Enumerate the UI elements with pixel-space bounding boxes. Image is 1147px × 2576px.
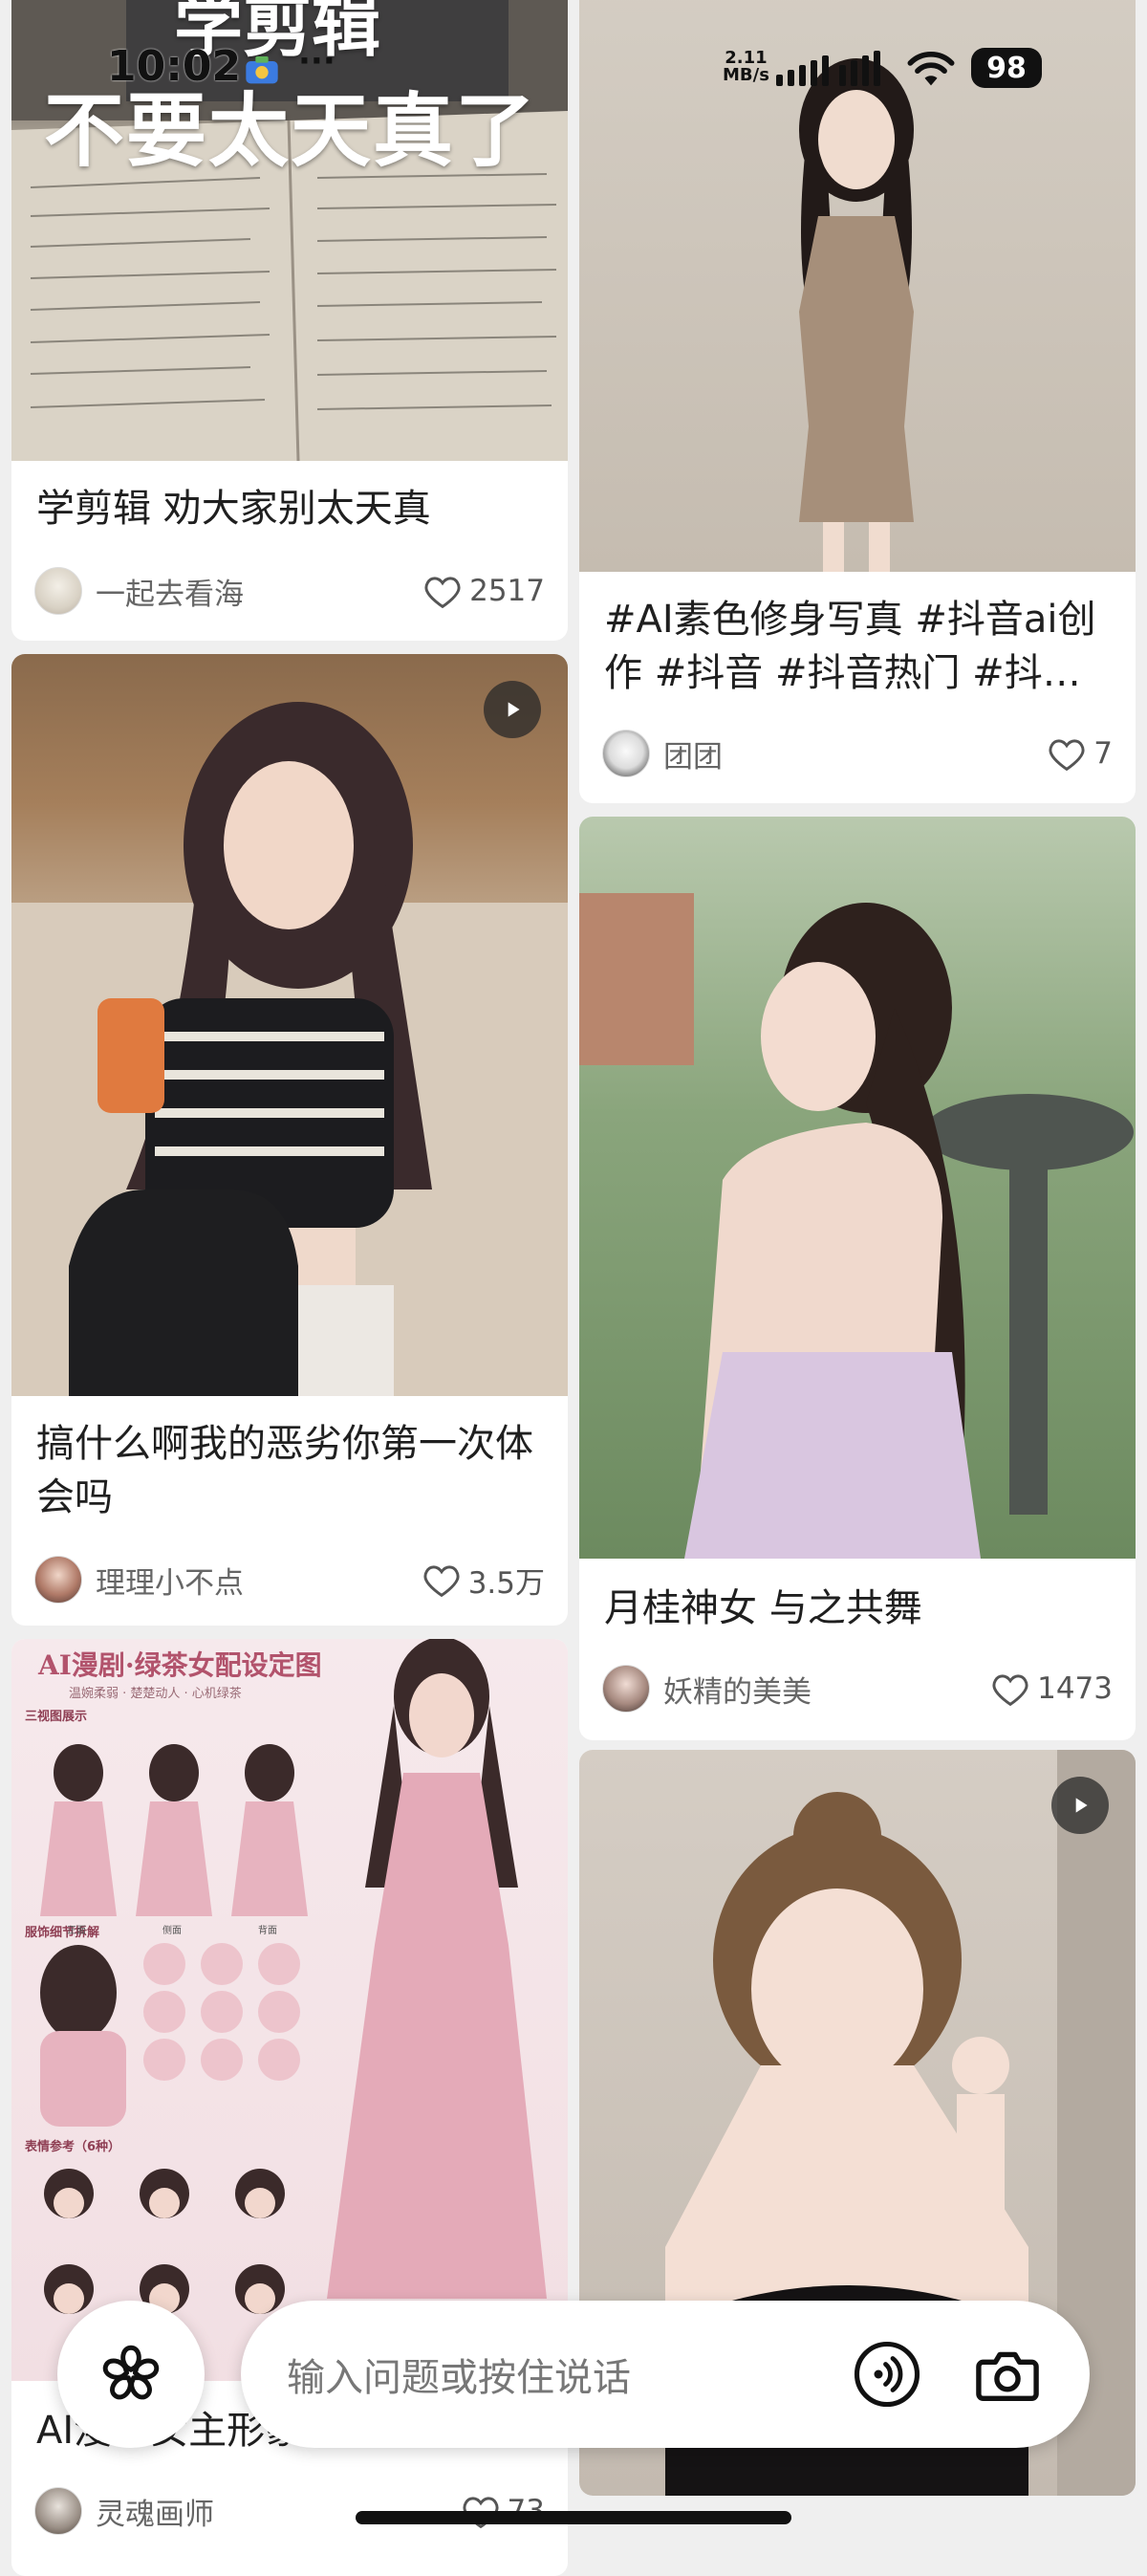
voice-icon[interactable]	[853, 2340, 921, 2409]
card-cover-image	[579, 817, 1136, 1559]
heart-icon	[424, 577, 461, 608]
card-meta: 一起去看海 2517	[34, 564, 545, 618]
video-play-icon	[484, 681, 541, 738]
heart-icon	[1049, 739, 1085, 771]
card-title[interactable]: 搞什么啊我的恶劣你第一次体会吗	[36, 1417, 543, 1524]
like-count: 2517	[469, 574, 545, 608]
home-indicator[interactable]	[356, 2511, 791, 2524]
like-count: 1473	[1037, 1671, 1113, 1706]
card-title[interactable]: #AI素色修身写真 #抖音ai创作 #抖音 #抖音热门 #抖…	[604, 593, 1111, 700]
author-name[interactable]: 一起去看海	[96, 570, 423, 613]
feed-card[interactable]: 月桂神女 与之共舞 妖精的美美 1473	[579, 817, 1136, 1740]
card-title[interactable]: 月桂神女 与之共舞	[604, 1582, 1111, 1635]
poster-view-label: 背面	[258, 1926, 277, 1936]
like-button[interactable]: 2517	[423, 574, 545, 608]
camera-icon[interactable]	[971, 2338, 1044, 2411]
card-cover-image: 学剪辑 不要太天真了	[11, 0, 568, 461]
feed-card[interactable]: 学剪辑 不要太天真了 学剪辑 劝大家别太天真 一起去看海 2517	[11, 0, 568, 641]
card-cover-image	[579, 0, 1136, 572]
poster-section-expressions: 表情参考（6种）	[25, 2140, 121, 2154]
feed-card[interactable]: 搞什么啊我的恶劣你第一次体会吗 理理小不点 3.5万	[11, 654, 568, 1626]
like-count: 7	[1093, 736, 1113, 771]
author-avatar[interactable]	[34, 2487, 82, 2535]
author-avatar[interactable]	[602, 730, 650, 777]
card-title[interactable]: 学剪辑 劝大家别太天真	[36, 482, 543, 535]
search-input-bar[interactable]: 输入问题或按住说话	[241, 2301, 1090, 2448]
video-play-icon	[1051, 1777, 1109, 1834]
poster-view-label: 侧面	[162, 1926, 182, 1936]
author-avatar[interactable]	[34, 567, 82, 615]
ai-assistant-button[interactable]	[57, 2301, 205, 2448]
author-name[interactable]: 团团	[663, 732, 1048, 775]
card-cover-image	[11, 654, 568, 1396]
author-name[interactable]: 妖精的美美	[663, 1668, 991, 1711]
poster-section-outfit: 服饰细节拆解	[25, 1926, 100, 1940]
like-button[interactable]: 7	[1048, 736, 1113, 771]
like-button[interactable]: 3.5万	[422, 1559, 545, 1602]
cover-overlay-text-2: 不要太天真了	[44, 84, 538, 178]
heart-icon	[423, 1565, 460, 1597]
feed-card[interactable]: #AI素色修身写真 #抖音ai创作 #抖音 #抖音热门 #抖… 团团 7	[579, 0, 1136, 803]
poster-view-label: 正面	[67, 1926, 86, 1936]
card-meta: 理理小不点 3.5万	[34, 1553, 545, 1606]
flower-icon	[102, 2345, 160, 2400]
heart-icon	[992, 1674, 1028, 1706]
author-avatar[interactable]	[602, 1665, 650, 1713]
card-meta: 妖精的美美 1473	[602, 1662, 1113, 1715]
card-cover-image: AI漫剧·绿茶女配设定图 温婉柔弱 · 楚楚动人 · 心机绿茶 三视图展示 服饰…	[11, 1639, 568, 2381]
author-avatar[interactable]	[34, 1556, 82, 1604]
like-count: 3.5万	[467, 1565, 545, 1601]
like-button[interactable]: 1473	[991, 1671, 1113, 1706]
card-meta: 团团 7	[602, 727, 1113, 780]
author-name[interactable]: 理理小不点	[96, 1559, 422, 1602]
search-input[interactable]: 输入问题或按住说话	[287, 2347, 631, 2402]
cover-overlay-text-1: 学剪辑	[174, 0, 381, 66]
